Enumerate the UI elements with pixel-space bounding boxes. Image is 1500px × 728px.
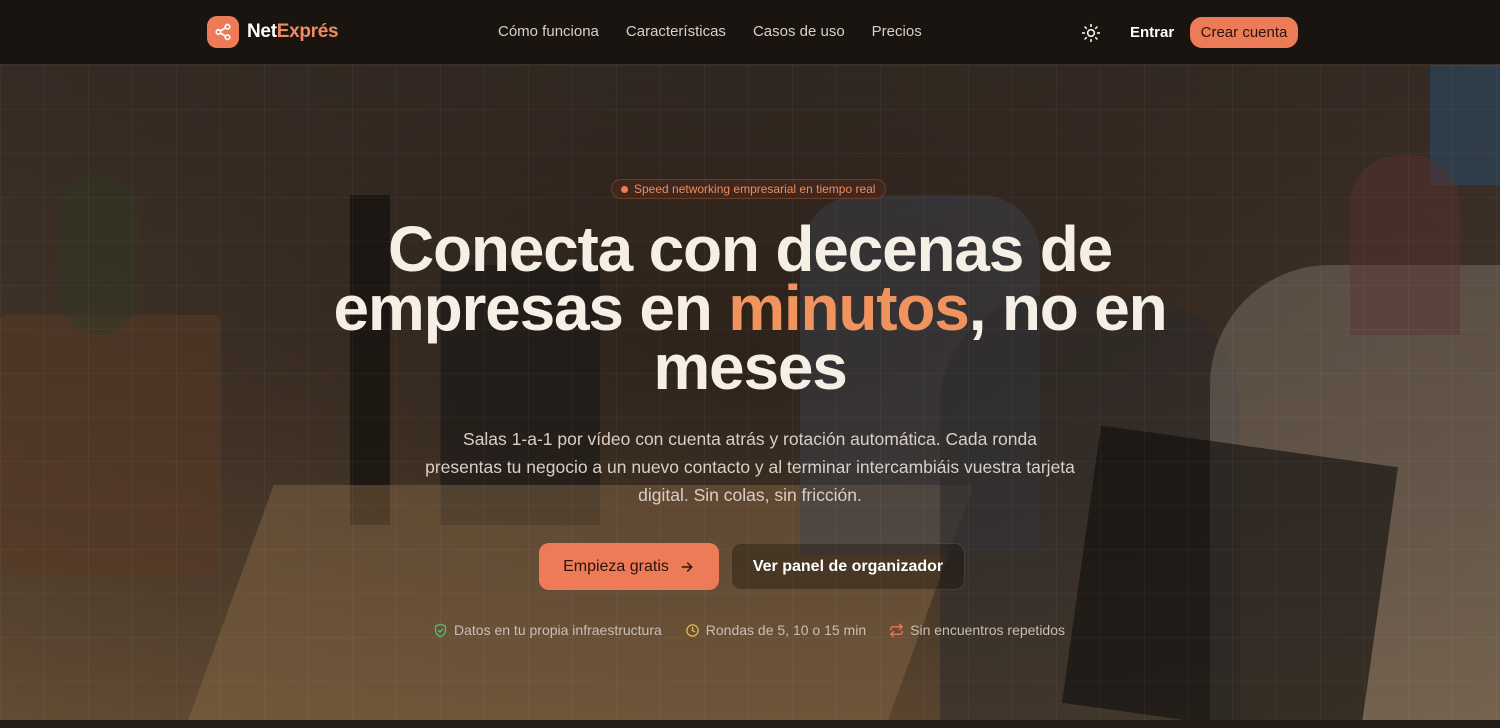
feature-item: Sin encuentros repetidos (889, 622, 1065, 638)
nav-item-precios[interactable]: Precios (872, 23, 922, 40)
hero-section: Speed networking empresarial en tiempo r… (0, 65, 1500, 720)
share-icon (207, 16, 239, 48)
feature-list: Datos en tu propia infraestructura Ronda… (433, 622, 1065, 638)
signup-button[interactable]: Crear cuenta (1190, 17, 1298, 48)
main-nav: Cómo funciona Características Casos de u… (498, 23, 922, 40)
arrow-right-icon (681, 561, 693, 572)
theme-toggle-button[interactable] (1080, 22, 1102, 44)
shield-check-icon (434, 623, 447, 637)
hero-headline: Conecta con decenas de empresas en minut… (333, 213, 1167, 403)
hero-subtitle: Salas 1-a-1 por vídeo con cuenta atrás y… (425, 429, 1075, 505)
start-free-label: Empieza gratis (563, 557, 669, 575)
brand-name: NetExprés (247, 21, 339, 42)
login-link[interactable]: Entrar (1130, 24, 1174, 41)
nav-item-casos-de-uso[interactable]: Casos de uso (753, 23, 845, 40)
feature-label: Sin encuentros repetidos (910, 622, 1065, 638)
clock-icon (686, 623, 699, 637)
organizer-panel-button[interactable]: Ver panel de organizador (731, 543, 965, 590)
page-bottom-edge (0, 720, 1500, 728)
sun-icon (1081, 23, 1101, 43)
start-free-button[interactable]: Empieza gratis (539, 543, 719, 590)
feature-label: Rondas de 5, 10 o 15 min (705, 622, 867, 638)
feature-item: Datos en tu propia infraestructura (433, 622, 662, 638)
hero-badge-label: Speed networking empresarial en tiempo r… (634, 182, 876, 196)
feature-label: Datos en tu propia infraestructura (454, 622, 662, 638)
nav-item-caracteristicas[interactable]: Características (626, 23, 726, 40)
live-dot-icon (621, 185, 628, 193)
hero-badge: Speed networking empresarial en tiempo r… (611, 179, 887, 199)
brand-logo[interactable]: NetExprés (207, 16, 339, 48)
top-navbar: NetExprés Cómo funciona Características … (0, 0, 1500, 65)
feature-item: Rondas de 5, 10 o 15 min (685, 622, 866, 638)
repeat-icon (890, 623, 903, 637)
nav-item-como-funciona[interactable]: Cómo funciona (498, 23, 599, 40)
